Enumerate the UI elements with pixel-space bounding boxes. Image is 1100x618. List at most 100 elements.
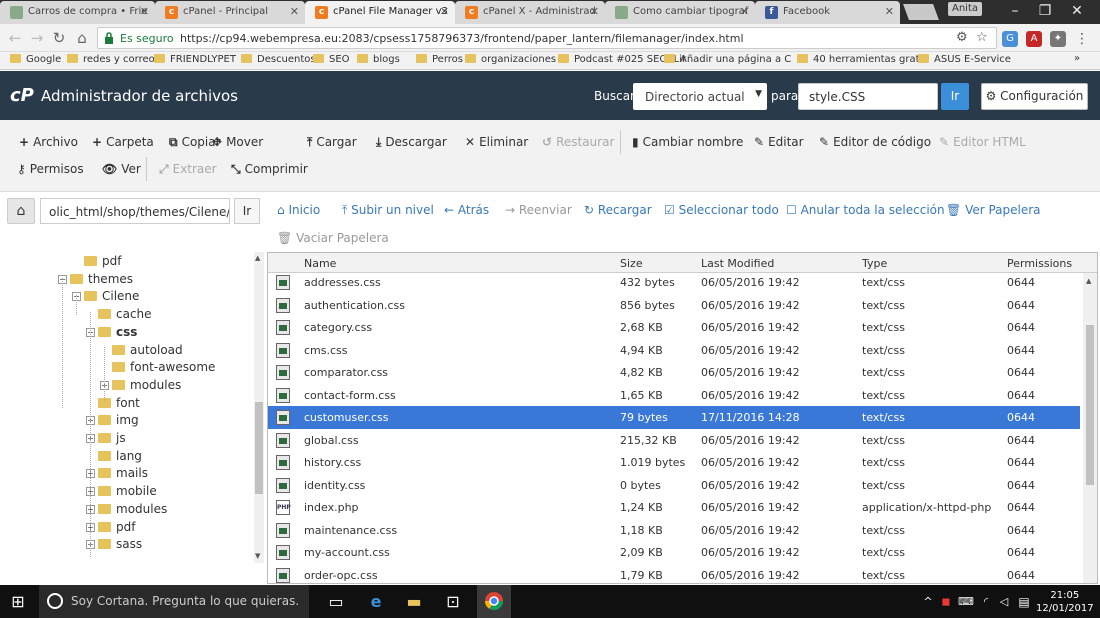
table-row[interactable]: order-opc.css 1,79 KB 06/05/2016 19:42 text… [268,564,1080,584]
cortana-search-box[interactable]: Soy Cortana. Pregunta lo que quieras. [39,585,309,618]
home-icon[interactable]: ⌂ [73,29,91,47]
editar-button[interactable]: ✎ Editar [754,135,804,149]
table-row[interactable]: maintenance.css 1,18 KB 06/05/2016 19:42 te… [268,519,1080,542]
restore-icon[interactable]: ❐ [1030,2,1060,20]
bookmark-item[interactable]: FRIENDLYPET [154,54,236,65]
mover-button[interactable]: ✥ Mover [212,135,263,149]
new-tab-button[interactable] [903,4,939,20]
tree-folder[interactable]: cache [98,307,152,321]
back-icon[interactable]: ← [6,29,24,47]
search-scope-select[interactable]: Directorio actual ▼ [633,83,767,110]
table-row[interactable]: authentication.css 856 bytes 06/05/2016 19… [268,294,1080,317]
nav-subir-un-nivel[interactable]: ⤒ Subir un nivel [342,203,434,218]
table-scroll-thumb[interactable] [1086,325,1094,485]
close-tab-icon[interactable]: ✕ [590,5,599,18]
tree-scrollbar[interactable]: ▲ ▼ [254,252,264,563]
taskbar-clock[interactable]: 21:05 12/01/2017 [1036,589,1094,615]
chrome-taskbar-button[interactable] [477,585,511,618]
more-bookmarks-icon[interactable]: » [1074,53,1080,64]
tree-folder[interactable]: Cilene [84,289,139,303]
tree-folder[interactable]: modules [112,378,181,392]
translate-icon[interactable]: ⚙ [956,30,968,45]
nav-ver-papelera[interactable]: 🗑 Ver Papelera [946,203,1041,217]
keyboard-icon[interactable]: ⌨ [956,592,976,612]
table-row[interactable]: customuser.css 79 bytes 17/11/2016 14:28 te… [268,406,1080,429]
tree-folder[interactable]: themes [70,272,133,286]
browser-tab[interactable]: Carros de compra • Frie ✕ [0,1,155,24]
eliminar-button[interactable]: ✕ Eliminar [465,135,528,149]
bookmark-item[interactable]: organizaciones [465,54,556,65]
bookmark-item[interactable]: 40 herramientas gratu [797,54,926,65]
tree-folder[interactable]: pdf [84,254,121,268]
file-explorer-icon[interactable]: ▬ [404,592,424,612]
home-button[interactable]: ⌂ [7,198,35,224]
tree-folder[interactable]: sass [98,537,142,551]
nav-anular-toda-la-selecci-n[interactable]: ☐ Anular toda la selección [786,203,945,217]
url-text[interactable]: https://cp94.webempresa.eu:2083/cpsess17… [180,32,744,45]
carpeta-button[interactable]: + Carpeta [92,135,154,149]
column-name[interactable]: Name [304,257,336,270]
bookmark-item[interactable]: blogs [357,54,400,65]
column-type[interactable]: Type [862,257,887,270]
puzzle-extension-icon[interactable]: ✦ [1050,31,1066,47]
tree-folder[interactable]: css [98,325,137,339]
tray-app-icon[interactable]: ◼ [936,592,956,612]
store-icon[interactable]: ⊡ [443,592,463,612]
empty-trash-button[interactable]: 🗑 Vaciar Papelera [277,231,389,245]
bookmark-item[interactable]: SEO [313,54,350,65]
browser-tab[interactable]: c cPanel - Principal ✕ [155,1,305,24]
tree-folder[interactable]: lang [98,449,142,463]
table-row[interactable]: index.php 1,24 KB 06/05/2016 19:42 applicat… [268,496,1080,519]
windows-start-icon[interactable]: ⊞ [8,592,28,612]
bookmark-item[interactable]: Descuentos [241,54,316,65]
ver-button[interactable]: 👁 Ver [102,162,141,176]
bookmark-item[interactable]: Perros [416,54,463,65]
tree-folder[interactable]: mobile [98,484,157,498]
editor-html-button[interactable]: ✎ Editor HTML [939,135,1026,149]
reload-icon[interactable]: ↻ [50,29,68,47]
minimize-icon[interactable]: – [1000,2,1030,20]
browser-tab[interactable]: c cPanel File Manager v3 ✕ [305,1,455,24]
search-input[interactable]: style.CSS [798,83,938,110]
path-go-button[interactable]: Ir [234,198,260,224]
edge-icon[interactable]: e [366,592,386,612]
permisos-button[interactable]: ⚷ Permisos [17,162,84,176]
close-tab-icon[interactable]: ✕ [290,5,299,18]
menu-icon[interactable]: ⋮ [1074,31,1090,47]
table-scrollbar[interactable]: ▲ [1083,273,1097,583]
column-size[interactable]: Size [620,257,643,270]
column-last-modified[interactable]: Last Modified [701,257,774,270]
scroll-down-icon[interactable]: ▼ [255,552,260,560]
extension-icon[interactable]: G [1002,31,1018,47]
extraer-button[interactable]: ⤢ Extraer [159,162,217,177]
nav-recargar[interactable]: ↻ Recargar [584,203,652,217]
table-row[interactable]: contact-form.css 1,65 KB 06/05/2016 19:42 t… [268,384,1080,407]
tree-folder[interactable]: font-awesome [112,360,215,374]
close-window-icon[interactable]: ✕ [1062,2,1092,20]
browser-tab[interactable]: Como cambiar tipograf ✕ [605,1,755,24]
close-tab-icon[interactable]: ✕ [885,5,894,18]
bookmark-item[interactable]: ASUS E-Service [918,54,1011,65]
wifi-icon[interactable]: ◜ [976,592,996,612]
path-input[interactable]: olic_html/shop/themes/Cilene/css [40,198,230,224]
archivo-button[interactable]: + Archivo [19,135,78,149]
table-row[interactable]: cms.css 4,94 KB 06/05/2016 19:42 text/css 06… [268,339,1080,362]
tree-folder[interactable]: img [98,413,139,427]
nav-seleccionar-todo[interactable]: ☑ Seleccionar todo [664,203,779,217]
close-tab-icon[interactable]: ✕ [440,5,449,18]
scroll-up-icon[interactable]: ▲ [1086,277,1091,285]
table-row[interactable]: category.css 2,68 KB 06/05/2016 19:42 text/… [268,316,1080,339]
editor-de-c-digo-button[interactable]: ✎ Editor de código [819,135,931,149]
bookmark-star-icon[interactable]: ☆ [976,30,988,45]
tree-folder[interactable]: modules [98,502,167,516]
scroll-up-icon[interactable]: ▲ [255,254,260,262]
nav-atr-s[interactable]: ← Atrás [444,203,489,217]
descargar-button[interactable]: ⤓ Descargar [376,135,447,150]
search-go-button[interactable]: Ir [941,83,969,110]
show-hidden-icons[interactable]: ^ [918,592,938,612]
browser-tab[interactable]: f Facebook ✕ [755,1,900,24]
tree-folder[interactable]: mails [98,466,148,480]
tree-folder[interactable]: autoload [112,343,183,357]
forward-icon[interactable]: → [28,29,46,47]
profile-button[interactable]: Anita [948,2,982,16]
